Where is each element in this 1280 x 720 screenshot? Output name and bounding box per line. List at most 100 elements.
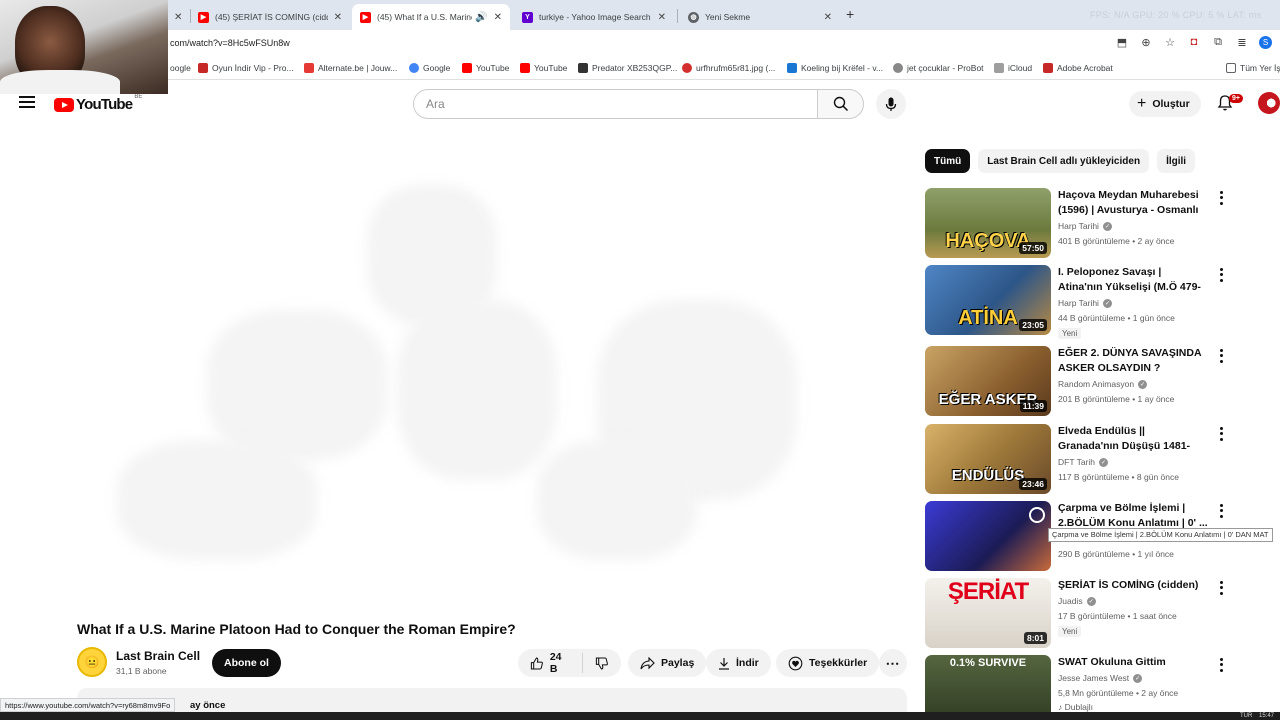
- tab-title: Yeni Sekme: [705, 12, 751, 22]
- recommended-channel[interactable]: Juadis ✓: [1058, 596, 1096, 606]
- bookmark-item[interactable]: Alternate.be | Jouw...: [304, 63, 397, 73]
- voice-search-button[interactable]: [876, 89, 906, 119]
- more-vertical-icon[interactable]: [1215, 657, 1227, 673]
- recommended-title[interactable]: I. Peloponez Savaşı | Atina'nın Yükseliş…: [1058, 265, 1208, 295]
- close-icon[interactable]: ✕: [658, 12, 666, 23]
- like-dislike-group: 24 B: [518, 649, 621, 677]
- create-button[interactable]: + Oluştur: [1129, 91, 1201, 117]
- recommended-video[interactable]: EĞER ASKER 11:39 EĞER 2. DÜNYA SAVAŞINDA…: [925, 346, 1235, 416]
- video-thumbnail[interactable]: HAÇOVA 57:50: [925, 188, 1051, 258]
- tab-title: (45) ŞERİAT İS COMİNG (cidden): [215, 12, 328, 22]
- extensions-puzzle-icon[interactable]: ⧉: [1211, 35, 1225, 49]
- clock-icon: [1029, 507, 1045, 523]
- recommended-video[interactable]: HAÇOVA 57:50 Haçova Meydan Muharebesi (1…: [925, 188, 1235, 258]
- share-button[interactable]: Paylaş: [628, 649, 707, 677]
- video-thumbnail[interactable]: ATİNA 23:05: [925, 265, 1051, 335]
- more-vertical-icon[interactable]: [1215, 503, 1227, 519]
- channel-avatar[interactable]: 😐: [77, 647, 107, 677]
- install-icon[interactable]: ⬒: [1115, 35, 1129, 49]
- media-queue-icon[interactable]: ≣: [1235, 35, 1249, 49]
- address-bar[interactable]: com/watch?v=8Hc5wFSUn8w ⬒ ⊕ ☆ ◘ ⧉ ≣ S: [0, 30, 1280, 58]
- search-input[interactable]: [413, 89, 817, 119]
- thumbs-down-icon[interactable]: [595, 656, 609, 671]
- bookmark-item[interactable]: Google: [409, 63, 450, 73]
- verified-icon: ✓: [1102, 298, 1112, 308]
- more-vertical-icon[interactable]: [1215, 190, 1227, 206]
- more-actions-button[interactable]: ⋯: [879, 649, 907, 677]
- profile-icon[interactable]: S: [1259, 35, 1272, 49]
- recommended-title[interactable]: SWAT Okuluna Gittim: [1058, 655, 1208, 670]
- bookmark-item[interactable]: Predator XB253QGP...: [578, 63, 677, 73]
- browser-tab-active[interactable]: ▶ (45) What If a U.S. Marine P 🔊 ✕: [352, 4, 510, 30]
- recommended-video[interactable]: ATİNA 23:05 I. Peloponez Savaşı | Atina'…: [925, 265, 1235, 339]
- thumbs-up-icon[interactable]: [530, 656, 544, 671]
- bookmark-item[interactable]: iCloud: [994, 63, 1032, 73]
- bookmark-item[interactable]: Oyun İndir Vip - Pro...: [198, 63, 294, 73]
- hamburger-menu-icon[interactable]: [19, 96, 35, 108]
- chip-from-uploader[interactable]: Last Brain Cell adlı yükleyiciden: [978, 149, 1150, 173]
- browser-tab[interactable]: Y turkiye - Yahoo Image Search R ✕: [514, 4, 674, 30]
- chip-related[interactable]: İlgili: [1157, 149, 1196, 173]
- alternate-icon: [304, 63, 314, 73]
- bookmark-item[interactable]: Adobe Acrobat: [1043, 63, 1113, 73]
- more-vertical-icon[interactable]: [1215, 580, 1227, 596]
- share-icon: [640, 656, 655, 669]
- verified-icon: ✓: [1099, 457, 1109, 467]
- recommended-title[interactable]: Haçova Meydan Muharebesi (1596) | Avustu…: [1058, 188, 1208, 218]
- url-text[interactable]: com/watch?v=8Hc5wFSUn8w: [170, 38, 290, 48]
- folder-icon: [1226, 63, 1236, 73]
- bookmark-item[interactable]: urfhrufm65r81.jpg (...: [682, 63, 775, 73]
- video-thumbnail[interactable]: ENDÜLÜS 23:46: [925, 424, 1051, 494]
- download-button[interactable]: İndir: [706, 649, 771, 677]
- browser-tab[interactable]: ▶ (45) ŞERİAT İS COMİNG (cidden) ✕: [190, 4, 350, 30]
- like-count[interactable]: 24 B: [550, 651, 570, 675]
- bookmark-item[interactable]: oogle: [170, 63, 191, 73]
- close-icon[interactable]: ✕: [174, 12, 182, 23]
- extension-red-icon[interactable]: ◘: [1187, 35, 1201, 49]
- recommended-title[interactable]: EĞER 2. DÜNYA SAVAŞINDA ASKER OLSAYDIN ?: [1058, 346, 1208, 376]
- star-icon[interactable]: ☆: [1163, 35, 1177, 49]
- bookmark-item[interactable]: YouTube: [462, 63, 509, 73]
- video-player[interactable]: [77, 140, 907, 605]
- recommended-channel[interactable]: Harp Tarihi ✓: [1058, 221, 1112, 231]
- subscribe-button[interactable]: Abone ol: [212, 649, 281, 677]
- more-vertical-icon[interactable]: [1215, 267, 1227, 283]
- search-button[interactable]: [817, 89, 864, 119]
- duration-badge: 57:50: [1019, 242, 1047, 254]
- recommended-channel[interactable]: Random Animasyon ✓: [1058, 379, 1148, 389]
- all-bookmarks-folder[interactable]: Tüm Yer İşa: [1226, 63, 1280, 73]
- recommended-title[interactable]: Elveda Endülüs || Granada'nın Düşüşü 148…: [1058, 424, 1208, 454]
- more-vertical-icon[interactable]: [1215, 348, 1227, 364]
- video-thumbnail[interactable]: 0.1% SURVIVE: [925, 655, 1051, 712]
- super-thanks-icon: [788, 656, 803, 670]
- thanks-button[interactable]: Teşekkürler: [776, 649, 880, 677]
- browser-tab[interactable]: ◍ Yeni Sekme ✕: [680, 4, 840, 30]
- bookmark-item[interactable]: YouTube: [520, 63, 567, 73]
- more-vertical-icon[interactable]: [1215, 426, 1227, 442]
- bookmark-item[interactable]: jet çocuklar - ProBot: [893, 63, 984, 73]
- video-thumbnail[interactable]: [925, 501, 1051, 571]
- youtube-header: YouTube BE + Oluştur: [0, 80, 1280, 128]
- video-thumbnail[interactable]: ŞERİAT 8:01: [925, 578, 1051, 648]
- recommended-video[interactable]: ŞERİAT 8:01 ŞERİAT İS COMİNG (cidden) Ju…: [925, 578, 1235, 648]
- recommended-title[interactable]: ŞERİAT İS COMİNG (cidden): [1058, 578, 1208, 593]
- close-icon[interactable]: ✕: [334, 12, 342, 23]
- close-icon[interactable]: ✕: [824, 12, 832, 23]
- recommended-video[interactable]: 0.1% SURVIVE SWAT Okuluna Gittim Jesse J…: [925, 655, 1235, 712]
- recommended-video[interactable]: ENDÜLÜS 23:46 Elveda Endülüs || Granada'…: [925, 424, 1235, 494]
- recommended-channel[interactable]: Jesse James West ✓: [1058, 673, 1143, 683]
- recommended-title[interactable]: Çarpma ve Bölme İşlemi | 2.BÖLÜM Konu An…: [1058, 501, 1208, 531]
- youtube-logo[interactable]: YouTube BE: [54, 94, 142, 113]
- channel-name[interactable]: Last Brain Cell: [116, 649, 200, 663]
- zoom-icon[interactable]: ⊕: [1139, 35, 1153, 49]
- bookmark-item[interactable]: Koeling bij Krëfel - v...: [787, 63, 883, 73]
- recommended-channel[interactable]: DFT Tarih ✓: [1058, 457, 1109, 467]
- new-tab-button[interactable]: +: [846, 6, 854, 22]
- close-icon[interactable]: ✕: [494, 12, 502, 23]
- video-thumbnail[interactable]: EĞER ASKER 11:39: [925, 346, 1051, 416]
- speaker-icon[interactable]: 🔊: [475, 12, 487, 23]
- chip-all[interactable]: Tümü: [925, 149, 971, 173]
- youtube-play-icon: [54, 97, 74, 112]
- account-avatar[interactable]: [1258, 92, 1280, 114]
- recommended-channel[interactable]: Harp Tarihi ✓: [1058, 298, 1112, 308]
